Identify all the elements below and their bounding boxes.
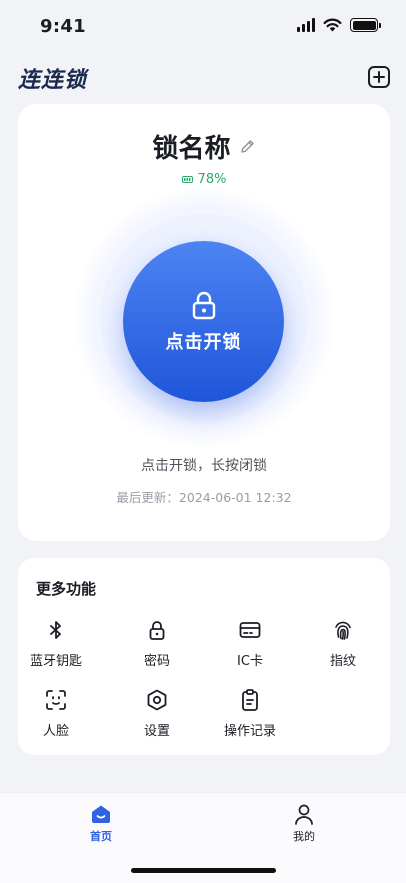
tab-profile[interactable]: 我的 bbox=[264, 803, 344, 844]
battery-percent: 78% bbox=[197, 172, 227, 187]
feature-bluetooth-key[interactable]: 蓝牙钥匙 bbox=[10, 618, 102, 669]
wifi-icon bbox=[323, 18, 342, 32]
cellular-signal-icon bbox=[297, 18, 315, 32]
add-button[interactable] bbox=[368, 66, 390, 88]
plus-icon bbox=[373, 71, 385, 83]
fingerprint-icon bbox=[331, 618, 355, 642]
unlock-button[interactable]: 点击开锁 bbox=[123, 241, 284, 402]
feature-fingerprint[interactable]: 指纹 bbox=[297, 618, 389, 669]
feature-ic-card[interactable]: IC卡 bbox=[204, 618, 296, 669]
status-bar: 9:41 bbox=[0, 0, 406, 54]
lock-name-row: 锁名称 bbox=[18, 128, 390, 165]
unlock-label: 点击开锁 bbox=[165, 331, 242, 353]
feature-label: 蓝牙钥匙 bbox=[29, 654, 82, 669]
feature-settings[interactable]: 设置 bbox=[111, 688, 203, 739]
lock-card: 锁名称 78% 点击开锁 点击开锁，长按闭锁 最后更新：2024-06-01 1… bbox=[18, 104, 390, 541]
tab-profile-label: 我的 bbox=[293, 830, 315, 843]
home-indicator bbox=[131, 868, 276, 873]
user-icon bbox=[295, 804, 313, 825]
clipboard-icon bbox=[238, 688, 262, 712]
card-icon bbox=[238, 618, 262, 642]
feature-label: IC卡 bbox=[237, 654, 263, 669]
feature-label: 操作记录 bbox=[223, 724, 276, 739]
face-scan-icon bbox=[44, 688, 68, 712]
lock-name: 锁名称 bbox=[152, 134, 231, 164]
features-card: 更多功能 蓝牙钥匙 密码 IC卡 指纹 人脸 设置 操作记录 bbox=[18, 558, 390, 755]
settings-hexagon-icon bbox=[145, 688, 169, 712]
features-title: 更多功能 bbox=[36, 580, 97, 598]
bluetooth-icon bbox=[44, 618, 68, 642]
padlock-icon bbox=[192, 291, 215, 319]
feature-label: 指纹 bbox=[329, 654, 356, 669]
status-time: 9:41 bbox=[40, 16, 86, 37]
battery-status: 78% bbox=[18, 172, 390, 187]
home-icon bbox=[92, 805, 110, 823]
feature-operation-log[interactable]: 操作记录 bbox=[204, 688, 296, 739]
lock-icon bbox=[145, 618, 169, 642]
feature-label: 密码 bbox=[143, 654, 170, 669]
unlock-hint: 点击开锁，长按闭锁 bbox=[141, 458, 267, 474]
feature-password[interactable]: 密码 bbox=[111, 618, 203, 669]
tab-home[interactable]: 首页 bbox=[61, 803, 141, 844]
app-title: 连连锁 bbox=[18, 68, 88, 93]
status-icons bbox=[297, 18, 381, 32]
battery-icon bbox=[350, 18, 381, 32]
feature-label: 人脸 bbox=[42, 724, 69, 739]
battery-level-icon bbox=[181, 176, 193, 183]
edit-pencil-icon[interactable] bbox=[239, 138, 256, 155]
last-updated: 最后更新：2024-06-01 12:32 bbox=[116, 490, 292, 505]
feature-face[interactable]: 人脸 bbox=[10, 688, 102, 739]
tab-home-label: 首页 bbox=[90, 830, 112, 843]
feature-label: 设置 bbox=[143, 724, 170, 739]
